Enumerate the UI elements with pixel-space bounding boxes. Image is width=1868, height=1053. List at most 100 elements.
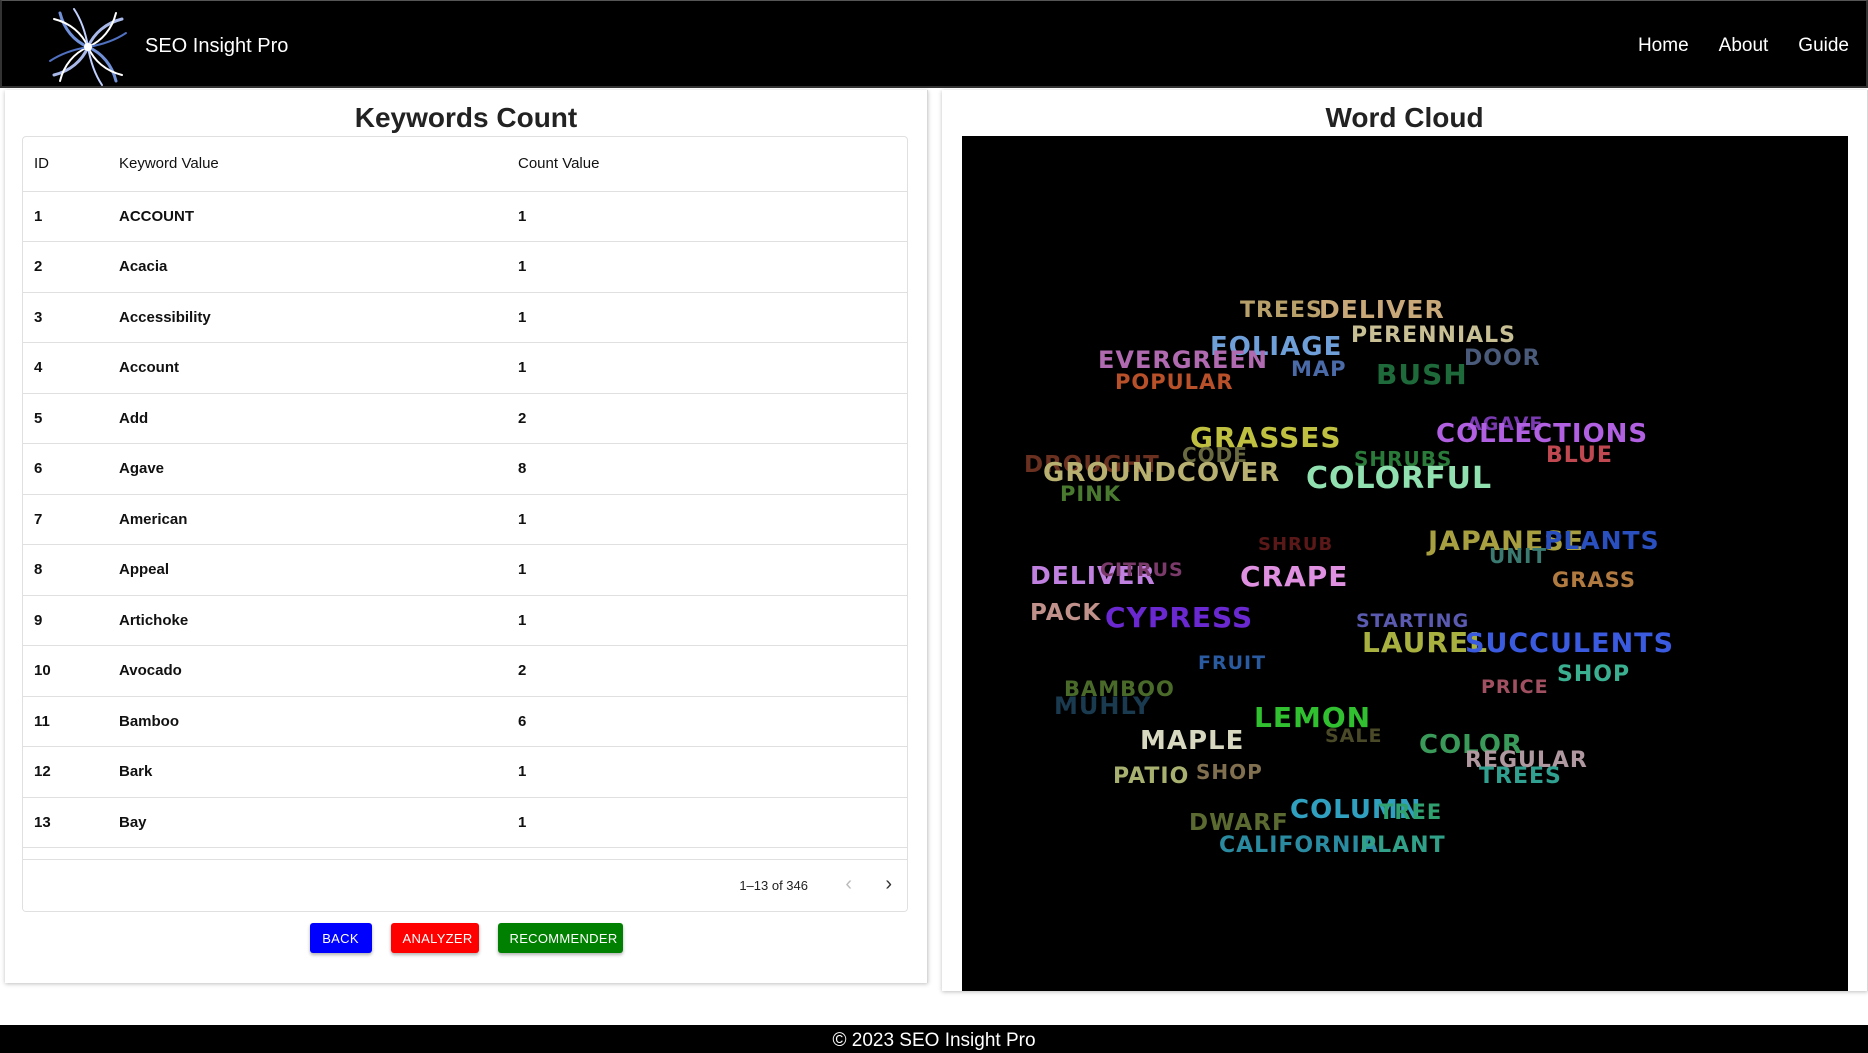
nav-about-link[interactable]: About	[1719, 35, 1769, 57]
word-cloud-word: COLLECTIONS	[1436, 419, 1649, 449]
cell-id: 9	[23, 595, 119, 646]
recommender-button[interactable]: RECOMMENDER	[497, 923, 623, 953]
cell-keyword: American	[119, 494, 518, 545]
main-nav: Home About Guide	[1638, 35, 1849, 57]
brand-name[interactable]: SEO Insight Pro	[145, 35, 288, 58]
next-page-icon[interactable]: ›	[885, 873, 892, 896]
word-cloud-word: PLANT	[1360, 833, 1446, 858]
table-row[interactable]: 3 Accessibility 1	[23, 292, 907, 343]
word-cloud-word: CYPRESS	[1105, 601, 1254, 634]
keywords-table-container: ID Keyword Value Count Value 1 ACCOUNT 1 2 A…	[22, 136, 908, 912]
top-navbar: SEO Insight Pro Home About Guide	[0, 0, 1868, 88]
back-button[interactable]: BACK	[309, 923, 372, 953]
table-header-row: ID Keyword Value Count Value	[23, 137, 907, 192]
word-cloud-word: PINK	[1060, 482, 1122, 506]
cell-id: 12	[23, 746, 119, 798]
word-cloud-word: TREES	[1240, 298, 1323, 323]
word-cloud-word: SHOP	[1557, 662, 1631, 687]
word-cloud-word: BUSH	[1376, 358, 1468, 391]
table-row[interactable]: 5 Add 2	[23, 393, 907, 444]
table-row[interactable]: 7 American 1	[23, 494, 907, 545]
cell-keyword: Bark	[119, 746, 518, 798]
nav-home-link[interactable]: Home	[1638, 35, 1689, 57]
cell-keyword: Bay	[119, 797, 518, 848]
cell-keyword: Artichoke	[119, 595, 518, 646]
word-cloud-panel: Word Cloud TREES DELIVER PERENNIALS FOLIAGE…	[942, 90, 1868, 991]
cell-keyword: Accessibility	[119, 292, 518, 343]
word-cloud-word: DOOR	[1464, 346, 1541, 371]
action-buttons: BACK ANALYZER RECOMMENDER	[5, 923, 927, 953]
cell-count: 2	[518, 393, 907, 444]
cell-count: 1	[518, 191, 907, 242]
table-row[interactable]: 10 Avocado 2	[23, 645, 907, 697]
cell-id: 11	[23, 696, 119, 747]
word-cloud-word: TREES	[1479, 764, 1562, 789]
cell-id: 13	[23, 797, 119, 848]
word-cloud-word: CITRUS	[1100, 559, 1184, 581]
column-header-keyword[interactable]: Keyword Value	[119, 137, 518, 192]
table-row[interactable]: 2 Acacia 1	[23, 241, 907, 293]
cell-id: 7	[23, 494, 119, 545]
word-cloud-word: UNIT	[1489, 544, 1548, 568]
cell-keyword: Avocado	[119, 645, 518, 697]
word-cloud-word: POPULAR	[1115, 370, 1234, 394]
word-cloud-word: FRUIT	[1198, 652, 1267, 674]
word-cloud-word: BLUE	[1546, 443, 1613, 468]
pinwheel-logo-icon[interactable]	[42, 3, 134, 91]
cell-keyword: ACCOUNT	[119, 191, 518, 242]
column-header-count[interactable]: Count Value	[518, 137, 907, 192]
keywords-count-title: Keywords Count	[354, 102, 578, 133]
word-cloud-word: CALIFORNIA	[1219, 833, 1379, 858]
word-cloud-word: EVERGREEN	[1098, 346, 1268, 374]
cell-keyword: Agave	[119, 443, 518, 495]
cell-id: 3	[23, 292, 119, 343]
cell-count: 1	[518, 746, 907, 798]
analyzer-button[interactable]: ANALYZER	[390, 923, 479, 953]
table-row[interactable]: 1 ACCOUNT 1	[23, 191, 907, 242]
word-cloud-word: PATIO	[1113, 764, 1190, 789]
word-cloud-word: TREE	[1379, 800, 1443, 824]
table-row[interactable]: 11 Bamboo 6	[23, 696, 907, 747]
cell-count: 1	[518, 797, 907, 848]
word-cloud-word: GRASS	[1552, 568, 1636, 592]
previous-page-icon[interactable]: ‹	[845, 873, 852, 896]
word-cloud-word: SALE	[1325, 725, 1383, 747]
cell-id: 4	[23, 342, 119, 394]
word-cloud-word: DELIVER	[1319, 295, 1445, 324]
pagination-range: 1–13 of 346	[739, 878, 808, 893]
cell-keyword: Account	[119, 342, 518, 394]
nav-guide-link[interactable]: Guide	[1798, 35, 1849, 57]
cell-count: 8	[518, 443, 907, 495]
table-row[interactable]: 9 Artichoke 1	[23, 595, 907, 646]
cell-count: 2	[518, 645, 907, 697]
cell-keyword: Acacia	[119, 241, 518, 293]
cell-id: 1	[23, 191, 119, 242]
word-cloud-word: MAPLE	[1140, 726, 1245, 756]
footer-copyright: © 2023 SEO Insight Pro	[0, 1025, 1868, 1053]
table-row[interactable]: 6 Agave 8	[23, 443, 907, 495]
cell-count: 1	[518, 494, 907, 545]
word-cloud-word: PACK	[1030, 600, 1102, 626]
table-pagination: 1–13 of 346 ‹ ›	[23, 859, 907, 911]
word-cloud-word: PRICE	[1481, 676, 1549, 698]
word-cloud-word: MUHLY	[1054, 692, 1152, 720]
cell-count: 1	[518, 292, 907, 343]
cell-count: 6	[518, 696, 907, 747]
table-row[interactable]: 12 Bark 1	[23, 746, 907, 798]
word-cloud-word: DWARF	[1189, 810, 1289, 836]
word-cloud-word: SHRUB	[1258, 534, 1334, 555]
word-cloud-word: MAP	[1291, 357, 1347, 381]
column-header-id[interactable]: ID	[23, 137, 119, 192]
cell-keyword: Add	[119, 393, 518, 444]
cell-keyword: Appeal	[119, 544, 518, 596]
table-row[interactable]: 8 Appeal 1	[23, 544, 907, 596]
keywords-table: ID Keyword Value Count Value 1 ACCOUNT 1 2 A…	[23, 137, 907, 848]
word-cloud-word: CRAPE	[1240, 560, 1349, 593]
word-cloud-word: SHOP	[1196, 760, 1263, 784]
cell-count: 1	[518, 544, 907, 596]
cell-id: 5	[23, 393, 119, 444]
table-row[interactable]: 13 Bay 1	[23, 797, 907, 848]
word-cloud-word: SUCCULENTS	[1465, 628, 1675, 659]
cell-count: 1	[518, 342, 907, 394]
table-row[interactable]: 4 Account 1	[23, 342, 907, 394]
